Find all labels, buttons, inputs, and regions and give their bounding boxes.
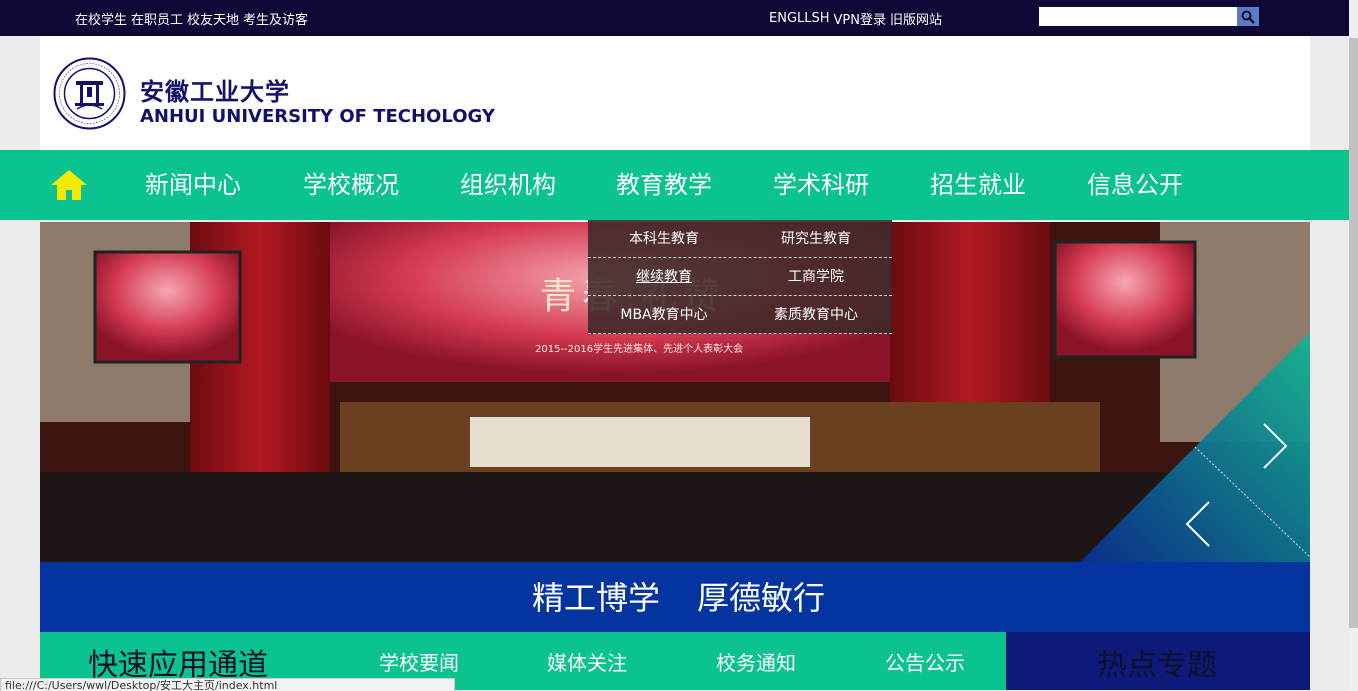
university-name-en: ANHUI UNIVERSITY OF TECHOLOGY (140, 106, 495, 127)
submenu-quality-education[interactable]: 素质教育中心 (740, 296, 892, 334)
submenu-business-school[interactable]: 工商学院 (740, 258, 892, 296)
tab-announcements[interactable]: 公告公示 (885, 647, 965, 676)
link-students[interactable]: 在校学生 (75, 9, 127, 28)
banner-subtitle: 2015--2016学生先进集体、先进个人表彰大会 (535, 344, 744, 355)
tab-notices[interactable]: 校务通知 (716, 647, 796, 676)
utility-links: ENGLLSH VPN登录 旧版网站 (769, 0, 942, 36)
link-alumni[interactable]: 校友天地 (187, 9, 239, 28)
nav-about[interactable]: 学校概况 (303, 150, 399, 220)
link-english[interactable]: ENGLLSH (769, 11, 830, 26)
prev-arrow-icon[interactable] (1185, 500, 1211, 548)
top-bar: 在校学生 在职员工 校友天地 考生及访客 ENGLLSH VPN登录 旧版网站 (0, 0, 1349, 36)
university-name-cn: 安徽工业大学 (140, 78, 290, 106)
submenu-graduate[interactable]: 研究生教育 (740, 220, 892, 258)
search-icon (1241, 10, 1255, 24)
home-icon[interactable] (50, 168, 88, 202)
next-arrow-icon[interactable] (1262, 422, 1288, 470)
browser-status-url: file:///C:/Users/wwl/Desktop/安工大主页/index… (0, 678, 455, 691)
scrollbar-thumb[interactable] (1349, 38, 1358, 628)
nav-education[interactable]: 教育教学 (616, 150, 712, 220)
submenu-divider (588, 333, 892, 334)
link-visitors[interactable]: 考生及访客 (243, 9, 308, 28)
nav-disclosure[interactable]: 信息公开 (1087, 150, 1183, 220)
vertical-scrollbar[interactable] (1349, 0, 1358, 690)
hot-topics-panel: 热点专题 (1006, 632, 1310, 690)
tab-school-news[interactable]: 学校要闻 (379, 647, 459, 676)
nav-news[interactable]: 新闻中心 (145, 150, 241, 220)
motto-part-1: 精工博学 (532, 579, 661, 617)
university-seal-logo[interactable] (53, 57, 126, 130)
submenu-undergraduate[interactable]: 本科生教育 (588, 220, 740, 258)
link-staff[interactable]: 在职员工 (131, 9, 183, 28)
link-vpn-login[interactable]: VPN登录 (834, 9, 886, 28)
hot-topics-title: 热点专题 (1097, 648, 1217, 683)
audience-links: 在校学生 在职员工 校友天地 考生及访客 (75, 0, 308, 36)
motto-strip: 精工博学 厚德敏行 (40, 562, 1310, 632)
motto-part-2: 厚德敏行 (697, 579, 826, 617)
nav-admissions[interactable]: 招生就业 (930, 150, 1026, 220)
submenu-mba[interactable]: MBA教育中心 (588, 296, 740, 334)
nav-research[interactable]: 学术科研 (773, 150, 869, 220)
search-input[interactable] (1039, 7, 1237, 26)
search-button[interactable] (1237, 7, 1259, 26)
nav-organization[interactable]: 组织机构 (460, 150, 556, 220)
main-nav: 新闻中心 学校概况 组织机构 教育教学 学术科研 招生就业 信息公开 (0, 150, 1349, 220)
education-submenu: 本科生教育 研究生教育 继续教育 工商学院 MBA教育中心 素质教育中心 (588, 220, 892, 334)
submenu-continuing[interactable]: 继续教育 (588, 258, 740, 296)
link-old-site[interactable]: 旧版网站 (890, 9, 942, 28)
tab-media[interactable]: 媒体关注 (547, 647, 627, 676)
site-header: 安徽工业大学 ANHUI UNIVERSITY OF TECHOLOGY (40, 36, 1310, 150)
